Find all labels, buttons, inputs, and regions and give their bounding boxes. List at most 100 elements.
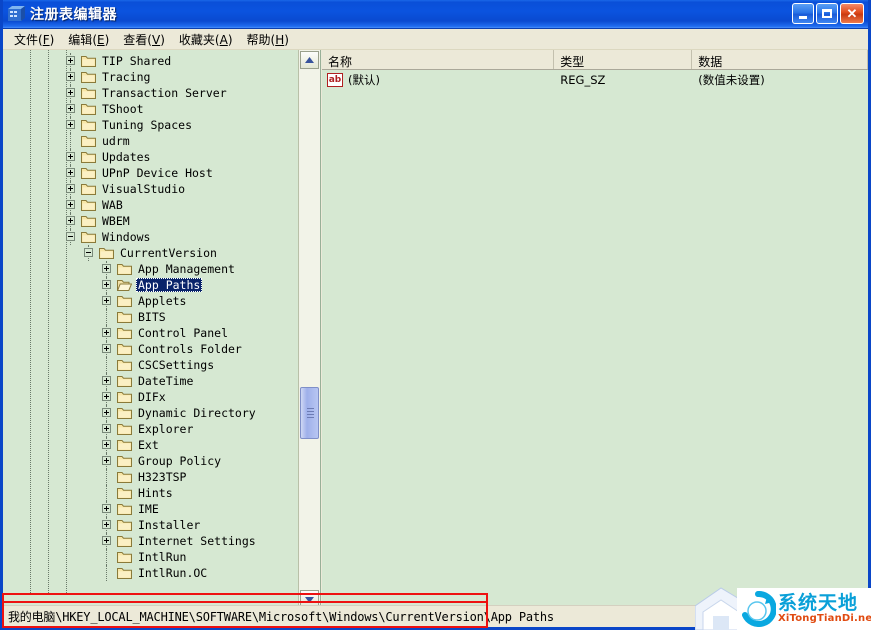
tree-item-currentversion[interactable]: CurrentVersion — [3, 245, 298, 261]
tree-item-updates[interactable]: Updates — [3, 149, 298, 165]
menu-accelerator: (E) — [92, 33, 109, 47]
tree-item-applets[interactable]: Applets — [3, 293, 298, 309]
tree-item-visualstudio[interactable]: VisualStudio — [3, 181, 298, 197]
value-row[interactable]: ab(默认)REG_SZ(数值未设置) — [322, 70, 868, 88]
tree-item-udrm[interactable]: udrm — [3, 133, 298, 149]
tree-item-wbem[interactable]: WBEM — [3, 213, 298, 229]
column-header-3[interactable]: 数据 — [692, 50, 868, 69]
tree-item-app-paths[interactable]: App Paths — [3, 277, 298, 293]
expand-node-icon[interactable] — [102, 280, 111, 289]
expand-node-icon[interactable] — [102, 264, 111, 273]
tree-item-hints[interactable]: Hints — [3, 485, 298, 501]
close-button[interactable]: ✕ — [840, 3, 864, 24]
tree-item-datetime[interactable]: DateTime — [3, 373, 298, 389]
tree-vertical-scrollbar[interactable] — [298, 50, 320, 609]
title-bar[interactable]: 注册表编辑器 ✕ — [3, 0, 868, 29]
tree-item-tuning-spaces[interactable]: Tuning Spaces — [3, 117, 298, 133]
tree-item-app-management[interactable]: App Management — [3, 261, 298, 277]
menu-label: 编辑 — [68, 33, 92, 47]
tree-item-label: Controls Folder — [136, 342, 244, 356]
tree-item-explorer[interactable]: Explorer — [3, 421, 298, 437]
folder-closed-icon — [117, 487, 132, 499]
tree-item-label: Updates — [100, 150, 152, 164]
tree-item-label: BITS — [136, 310, 168, 324]
tree-scroll-viewport: TIP SharedTracingTransaction ServerTShoo… — [3, 50, 298, 609]
expand-node-icon[interactable] — [102, 328, 111, 337]
expand-node-icon[interactable] — [66, 120, 75, 129]
menu-item-3[interactable]: 查看(V) — [118, 29, 174, 50]
folder-closed-icon — [81, 167, 96, 179]
expand-node-icon[interactable] — [102, 520, 111, 529]
tree-item-label: Transaction Server — [100, 86, 229, 100]
tree-item-internet-settings[interactable]: Internet Settings — [3, 533, 298, 549]
tree-item-transaction-server[interactable]: Transaction Server — [3, 85, 298, 101]
tree-item-installer[interactable]: Installer — [3, 517, 298, 533]
expand-node-icon[interactable] — [102, 408, 111, 417]
tree-item-dynamic-directory[interactable]: Dynamic Directory — [3, 405, 298, 421]
collapse-node-icon[interactable] — [84, 248, 93, 257]
tree-item-ext[interactable]: Ext — [3, 437, 298, 453]
collapse-node-icon[interactable] — [66, 232, 75, 241]
menu-item-4[interactable]: 收藏夹(A) — [174, 29, 242, 50]
folder-closed-icon — [117, 359, 132, 371]
tree-item-controls-folder[interactable]: Controls Folder — [3, 341, 298, 357]
folder-closed-icon — [81, 119, 96, 131]
tree-item-tracing[interactable]: Tracing — [3, 69, 298, 85]
tree-item-ime[interactable]: IME — [3, 501, 298, 517]
folder-closed-icon — [117, 391, 132, 403]
expand-node-icon[interactable] — [102, 440, 111, 449]
expand-node-icon[interactable] — [66, 104, 75, 113]
expand-node-icon[interactable] — [102, 424, 111, 433]
column-header-1[interactable]: 名称 — [322, 50, 554, 69]
expand-node-icon[interactable] — [66, 168, 75, 177]
expand-node-icon[interactable] — [102, 504, 111, 513]
tree-item-wab[interactable]: WAB — [3, 197, 298, 213]
expand-node-icon[interactable] — [66, 200, 75, 209]
expand-node-icon[interactable] — [66, 152, 75, 161]
scroll-grip-icon — [307, 408, 314, 418]
tree-guide-line — [106, 469, 107, 485]
tree-item-h323tsp[interactable]: H323TSP — [3, 469, 298, 485]
tree-item-tshoot[interactable]: TShoot — [3, 101, 298, 117]
tree-guide-line — [106, 485, 107, 501]
tree-guide-line — [106, 549, 107, 565]
menu-item-5[interactable]: 帮助(H) — [242, 29, 298, 50]
tree-item-bits[interactable]: BITS — [3, 309, 298, 325]
tree-item-difx[interactable]: DIFx — [3, 389, 298, 405]
tree-item-intlrun-oc[interactable]: IntlRun.OC — [3, 565, 298, 581]
folder-closed-icon — [117, 375, 132, 387]
values-list: ab(默认)REG_SZ(数值未设置) — [322, 70, 868, 609]
tree-scroll-thumb[interactable] — [300, 387, 319, 439]
expand-node-icon[interactable] — [66, 72, 75, 81]
tree-scroll-up-button[interactable] — [300, 51, 319, 69]
maximize-button[interactable] — [816, 3, 838, 24]
tree-item-windows[interactable]: Windows — [3, 229, 298, 245]
tree-item-label: IME — [136, 502, 161, 516]
expand-node-icon[interactable] — [66, 88, 75, 97]
values-column-header: 名称类型数据 — [322, 50, 868, 70]
tree-item-group-policy[interactable]: Group Policy — [3, 453, 298, 469]
expand-node-icon[interactable] — [66, 216, 75, 225]
menu-item-1[interactable]: 文件(F) — [9, 29, 63, 50]
expand-node-icon[interactable] — [102, 296, 111, 305]
expand-node-icon[interactable] — [66, 184, 75, 193]
tree-item-intlrun[interactable]: IntlRun — [3, 549, 298, 565]
expand-node-icon[interactable] — [102, 392, 111, 401]
folder-closed-icon — [117, 519, 132, 531]
tree-item-cscsettings[interactable]: CSCSettings — [3, 357, 298, 373]
expand-node-icon[interactable] — [66, 56, 75, 65]
minimize-button[interactable] — [792, 3, 814, 24]
menu-item-2[interactable]: 编辑(E) — [63, 29, 118, 50]
registry-editor-window: 注册表编辑器 ✕ 文件(F)编辑(E)查看(V)收藏夹(A)帮助(H) TIP — [0, 0, 871, 630]
menu-label: 查看 — [123, 33, 147, 47]
expand-node-icon[interactable] — [102, 376, 111, 385]
expand-node-icon[interactable] — [102, 536, 111, 545]
tree-item-control-panel[interactable]: Control Panel — [3, 325, 298, 341]
expand-node-icon[interactable] — [102, 344, 111, 353]
value-name-label: (默认) — [348, 72, 380, 88]
tree-item-tip-shared[interactable]: TIP Shared — [3, 53, 298, 69]
expand-node-icon[interactable] — [102, 456, 111, 465]
column-header-2[interactable]: 类型 — [554, 50, 692, 69]
tree-item-upnp-device-host[interactable]: UPnP Device Host — [3, 165, 298, 181]
tree-item-label: udrm — [100, 134, 132, 148]
